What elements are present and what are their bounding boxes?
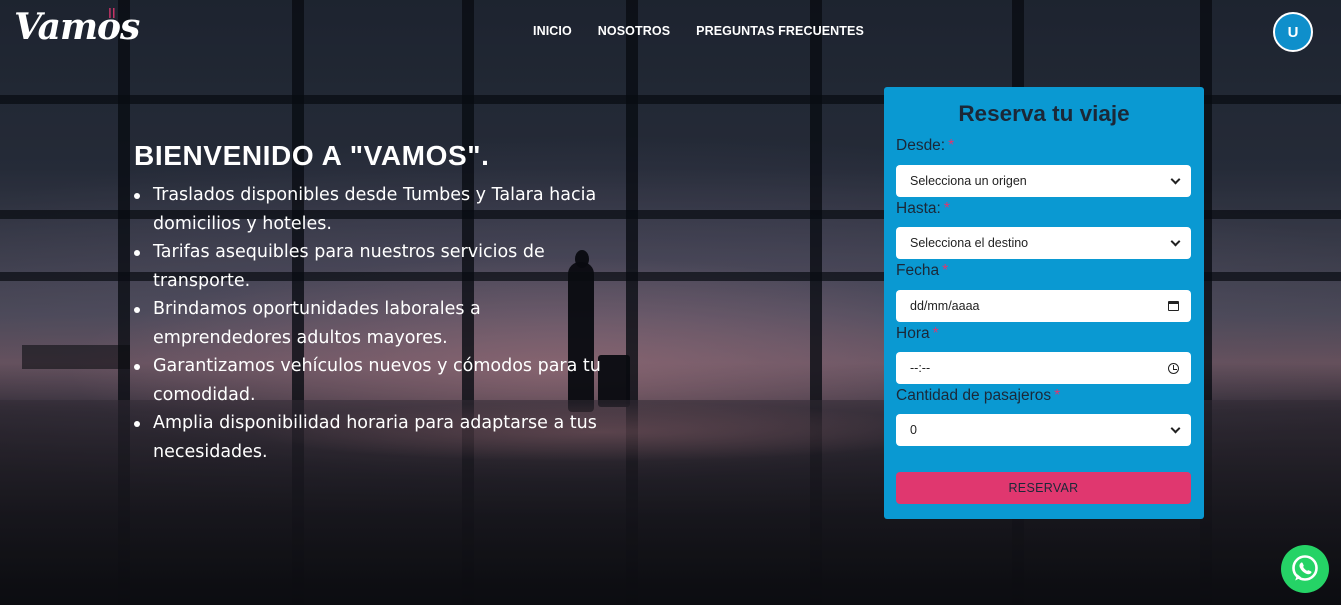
chevron-down-icon bbox=[1170, 423, 1181, 433]
brand-logo[interactable]: Vamos bbox=[14, 6, 140, 48]
user-avatar-button[interactable]: U bbox=[1273, 12, 1313, 52]
required-marker: * bbox=[948, 137, 955, 154]
feature-item: Garantizamos vehículos nuevos y cómodos … bbox=[134, 352, 623, 409]
whatsapp-icon bbox=[1292, 555, 1318, 581]
booking-card: Reserva tu viaje Desde: * Selecciona un o… bbox=[884, 87, 1204, 519]
feature-item: Amplia disponibilidad horaria para adapt… bbox=[134, 409, 623, 466]
origin-select-value: Selecciona un origen bbox=[910, 174, 1027, 188]
chevron-down-icon bbox=[1170, 174, 1181, 184]
date-input-value: dd/mm/aaaa bbox=[910, 299, 980, 313]
date-label: Fecha * bbox=[896, 262, 949, 279]
passengers-select-value: 0 bbox=[910, 423, 917, 437]
feature-item: Tarifas asequibles para nuestros servici… bbox=[134, 238, 623, 295]
logo-mark: II bbox=[108, 7, 116, 22]
time-input-value: --:-- bbox=[910, 361, 931, 375]
required-marker: * bbox=[1054, 387, 1061, 404]
origin-select[interactable]: Selecciona un origen bbox=[896, 165, 1191, 197]
passengers-label: Cantidad de pasajeros * bbox=[896, 387, 1061, 404]
clock-icon[interactable] bbox=[1168, 362, 1179, 374]
required-marker: * bbox=[942, 262, 949, 279]
feature-item: Traslados disponibles desde Tumbes y Tal… bbox=[134, 181, 623, 238]
features-list: Traslados disponibles desde Tumbes y Tal… bbox=[134, 181, 623, 466]
passengers-select[interactable]: 0 bbox=[896, 414, 1191, 446]
required-marker: * bbox=[932, 325, 939, 342]
main-nav: INICIO NOSOTROS PREGUNTAS FRECUENTES bbox=[533, 24, 864, 38]
welcome-title: BIENVENIDO A "VAMOS". bbox=[134, 140, 490, 171]
time-input[interactable]: --:-- bbox=[896, 352, 1191, 384]
nav-item-nosotros[interactable]: NOSOTROS bbox=[598, 24, 670, 38]
reserve-button[interactable]: RESERVAR bbox=[896, 472, 1191, 504]
from-label: Desde: * bbox=[896, 137, 955, 154]
time-label: Hora * bbox=[896, 325, 939, 342]
calendar-icon[interactable] bbox=[1168, 301, 1179, 311]
destination-select[interactable]: Selecciona el destino bbox=[896, 227, 1191, 259]
to-label: Hasta: * bbox=[896, 200, 950, 217]
destination-select-value: Selecciona el destino bbox=[910, 236, 1029, 250]
nav-item-preguntas-frecuentes[interactable]: PREGUNTAS FRECUENTES bbox=[696, 24, 864, 38]
feature-item: Brindamos oportunidades laborales a empr… bbox=[134, 295, 623, 352]
nav-item-inicio[interactable]: INICIO bbox=[533, 24, 572, 38]
required-marker: * bbox=[943, 200, 950, 217]
date-input[interactable]: dd/mm/aaaa bbox=[896, 290, 1191, 322]
chevron-down-icon bbox=[1170, 236, 1181, 246]
whatsapp-button[interactable] bbox=[1281, 545, 1329, 593]
booking-title: Reserva tu viaje bbox=[958, 101, 1130, 126]
